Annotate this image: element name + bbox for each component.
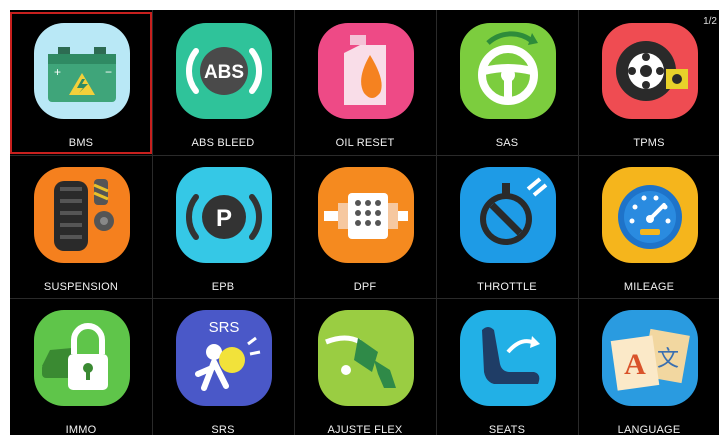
tile-bms[interactable]: + − BMS	[10, 12, 152, 154]
seat-icon	[458, 308, 558, 408]
page-indicator: 1/2	[703, 16, 717, 27]
svg-text:−: −	[105, 65, 112, 79]
tile-label: TPMS	[633, 137, 665, 149]
function-grid: + − BMS ABS ABS BLEED OIL RESET SAS TPMS…	[10, 10, 719, 435]
tile-oil-reset[interactable]: OIL RESET	[294, 12, 436, 154]
throttle-icon	[458, 165, 558, 265]
tile-ajuste-flex[interactable]: AJUSTE FLEX	[294, 299, 436, 435]
tile-tpms[interactable]: TPMS	[578, 12, 719, 154]
tile-abs-bleed[interactable]: ABS ABS BLEED	[152, 12, 294, 154]
tile-throttle[interactable]: THROTTLE	[436, 156, 578, 298]
app-screen: + − BMS ABS ABS BLEED OIL RESET SAS TPMS…	[10, 10, 719, 435]
tile-label: EPB	[211, 281, 235, 293]
fuel-nozzle-icon	[316, 308, 416, 408]
tile-epb[interactable]: P EPB	[152, 156, 294, 298]
tile-suspension[interactable]: SUSPENSION	[10, 156, 152, 298]
tile-language[interactable]: 文 A LANGUAGE	[578, 299, 719, 435]
svg-text:P: P	[216, 205, 232, 232]
immobilizer-lock-icon	[32, 308, 132, 408]
tile-label: DPF	[353, 281, 377, 293]
svg-text:+: +	[54, 65, 61, 79]
abs-icon: ABS	[174, 21, 274, 121]
tile-dpf[interactable]: DPF	[294, 156, 436, 298]
svg-text:SRS: SRS	[209, 319, 240, 336]
battery-icon: + −	[32, 21, 132, 121]
tile-label: IMMO	[65, 424, 97, 435]
oil-can-icon	[316, 21, 416, 121]
tile-label: SUSPENSION	[43, 281, 119, 293]
svg-text:ABS: ABS	[204, 62, 244, 83]
tile-label: BMS	[68, 137, 94, 149]
steering-wheel-icon	[458, 21, 558, 121]
tile-seats[interactable]: SEATS	[436, 299, 578, 435]
suspension-icon	[32, 165, 132, 265]
tile-label: SRS	[211, 424, 235, 435]
tile-mileage[interactable]: MILEAGE	[578, 156, 719, 298]
tile-label: ABS BLEED	[191, 137, 255, 149]
tile-label: LANGUAGE	[617, 424, 681, 435]
tire-sensor-icon	[600, 21, 700, 121]
tile-label: AJUSTE FLEX	[327, 424, 403, 435]
tile-label: SEATS	[488, 424, 526, 435]
tile-label: THROTTLE	[477, 281, 537, 293]
airbag-icon: SRS	[174, 308, 274, 408]
svg-text:文: 文	[657, 346, 679, 371]
tile-label: OIL RESET	[335, 137, 395, 149]
tile-sas[interactable]: SAS	[436, 12, 578, 154]
language-icon: 文 A	[600, 308, 700, 408]
tile-immo[interactable]: IMMO	[10, 299, 152, 435]
tile-srs[interactable]: SRS SRS	[152, 299, 294, 435]
svg-text:A: A	[624, 348, 646, 381]
particulate-filter-icon	[316, 165, 416, 265]
speedometer-icon	[600, 165, 700, 265]
tile-label: MILEAGE	[623, 281, 675, 293]
tile-label: SAS	[495, 137, 519, 149]
parking-brake-icon: P	[174, 165, 274, 265]
